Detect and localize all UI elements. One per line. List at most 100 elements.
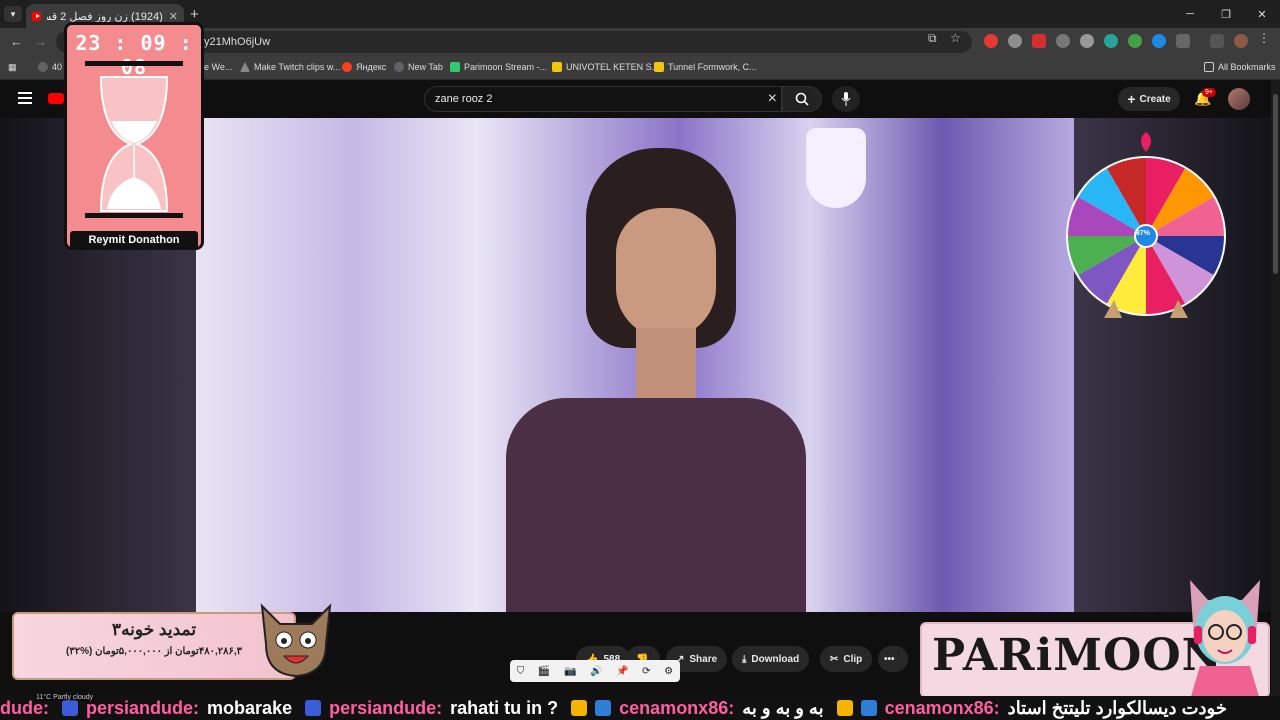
kick-icon (450, 62, 460, 72)
reading-list-icon[interactable] (1210, 34, 1224, 48)
profile-avatar[interactable] (1234, 34, 1248, 48)
cartoon-cat-mascot (260, 603, 332, 678)
bookmark-item[interactable]: Яндекс (342, 62, 386, 72)
video-frame-person (476, 148, 816, 612)
shield-extension-icon[interactable] (1104, 34, 1118, 48)
extension-icon[interactable] (1080, 34, 1094, 48)
pin-icon[interactable]: 📌 (616, 666, 628, 677)
chat-username: persiandude: (86, 698, 200, 718)
spin-wheel: 87% (1064, 130, 1228, 320)
badge-24-icon (62, 700, 79, 716)
menu-kebab-icon[interactable]: ⋮ (1258, 31, 1270, 45)
download-icon: ⤓ (742, 653, 747, 665)
chat-username: cenamonx86: (884, 698, 1000, 718)
chat-ticker: dude: persiandude: mobarake persiandude: r… (0, 696, 1280, 720)
search-value: zane rooz 2 (435, 93, 493, 105)
bookmark-star-icon[interactable]: ☆ (950, 31, 961, 45)
download-button[interactable]: ⤓ Download (732, 646, 810, 672)
chat-username: persiandude: (329, 698, 443, 718)
crown-badge-icon (571, 700, 588, 716)
puzzle-extensions-icon[interactable] (1176, 34, 1190, 48)
extension-icon[interactable] (1128, 34, 1142, 48)
plus-icon: + (1127, 91, 1136, 107)
dress (506, 398, 806, 612)
globe-icon (394, 62, 404, 72)
weather-widget[interactable]: 11°C Partly cloudy (34, 694, 96, 701)
back-arrow-icon[interactable]: ← (10, 34, 23, 49)
scissors-icon: ✂ (830, 653, 839, 665)
clip-button[interactable]: ✂ Clip (820, 646, 873, 672)
timer-top-bar (85, 61, 183, 66)
search-button[interactable] (782, 86, 822, 112)
donathon-timer: 23 : 09 : 08 Reymit Donathon (64, 22, 204, 250)
wheel-center-label: 87% (1136, 230, 1151, 237)
bookmark-item[interactable]: UNIVOTEL KETEN S... (552, 62, 659, 72)
youtube-logo-icon[interactable] (48, 93, 64, 104)
refresh-icon[interactable]: ⟳ (642, 666, 650, 677)
sub-badge-icon (595, 700, 612, 716)
close-window-button[interactable]: ✕ (1244, 0, 1280, 28)
forward-arrow-icon[interactable]: → (34, 34, 47, 49)
create-button[interactable]: + Create (1118, 87, 1180, 111)
extension-icon[interactable] (1032, 34, 1046, 48)
hourglass-icon (99, 76, 169, 212)
clear-search-icon[interactable]: × (768, 87, 777, 111)
new-tab-button[interactable]: + (190, 6, 199, 23)
voice-search-button[interactable] (832, 86, 860, 112)
extension-icon[interactable] (1056, 34, 1070, 48)
bookmark-item[interactable]: Parimoon Stream -... (450, 62, 547, 72)
minimize-button[interactable]: ─ (1172, 0, 1208, 28)
notification-count-badge: 9+ (1202, 88, 1216, 97)
all-bookmarks-button[interactable]: All Bookmarks (1204, 62, 1276, 72)
page-scrollbar[interactable] (1271, 80, 1280, 720)
neck (636, 328, 696, 408)
menu-hamburger-icon[interactable] (18, 92, 32, 104)
youtube-favicon-icon (32, 11, 42, 21)
scrollbar-thumb[interactable] (1273, 94, 1278, 274)
extension-icon[interactable] (1152, 34, 1166, 48)
maximize-button[interactable]: ❐ (1208, 0, 1244, 28)
more-actions-button[interactable]: ••• (878, 646, 908, 672)
chat-username: dude: (0, 698, 49, 718)
chat-username: cenamonx86: (619, 698, 735, 718)
shield-icon[interactable]: ⛉ (517, 666, 525, 677)
s-logo-icon (654, 62, 664, 72)
apps-grid-icon[interactable]: ▦ (8, 62, 17, 73)
weather-desc: Partly cloudy (53, 694, 94, 701)
timer-bottom-bar (85, 213, 183, 218)
clapper-icon[interactable]: 🎬 (538, 666, 550, 677)
chat-message: به و به و به (742, 698, 824, 718)
tab-close-icon[interactable]: ✕ (169, 10, 178, 23)
s-logo-icon (552, 62, 562, 72)
chat-message: mobarake (207, 698, 293, 718)
tab-title: (1924) زن روز فصل 2 قسمت 37 (47, 10, 163, 23)
sub-badge-icon (860, 700, 877, 716)
volume-icon[interactable]: 🔊 (590, 666, 602, 677)
install-app-icon[interactable]: ⧉ (928, 31, 937, 46)
yandex-icon (342, 62, 352, 72)
bookmark-item[interactable]: Tunnel Formwork, C... (654, 62, 757, 72)
extension-icon[interactable] (1008, 34, 1022, 48)
bookmark-item[interactable]: New Tab (394, 62, 443, 72)
tab-search-button[interactable]: ▾ (4, 6, 22, 22)
camera-icon[interactable]: 📷 (564, 666, 576, 677)
timer-label: Reymit Donathon (70, 231, 198, 249)
bookmark-item[interactable]: 40 (38, 62, 62, 72)
media-capture-toolbar: ⛉ 🎬 📷 🔊 📌 ⟳ ⚙ (510, 660, 680, 682)
search-icon (795, 92, 809, 106)
url-text: y21MhO6jUw (204, 36, 271, 48)
avatar-girl-illustration (1190, 580, 1260, 700)
timer-value: 23 : 09 : 08 (75, 31, 193, 79)
account-avatar[interactable] (1228, 88, 1250, 110)
weather-temp: 11°C (36, 694, 52, 701)
chat-message: rahati tu in ? (450, 698, 559, 718)
twitch-clips-icon (240, 62, 250, 72)
video-player[interactable] (196, 118, 1074, 612)
search-input[interactable]: zane rooz 2 × (424, 86, 782, 112)
settings-gear-icon[interactable]: ⚙ (664, 666, 673, 677)
extension-icon[interactable] (984, 34, 998, 48)
bookmark-item[interactable]: e We... (204, 62, 232, 72)
face (616, 208, 716, 338)
bookmark-item[interactable]: Make Twitch clips w... (240, 62, 340, 72)
wheel-graphic (1066, 132, 1226, 318)
